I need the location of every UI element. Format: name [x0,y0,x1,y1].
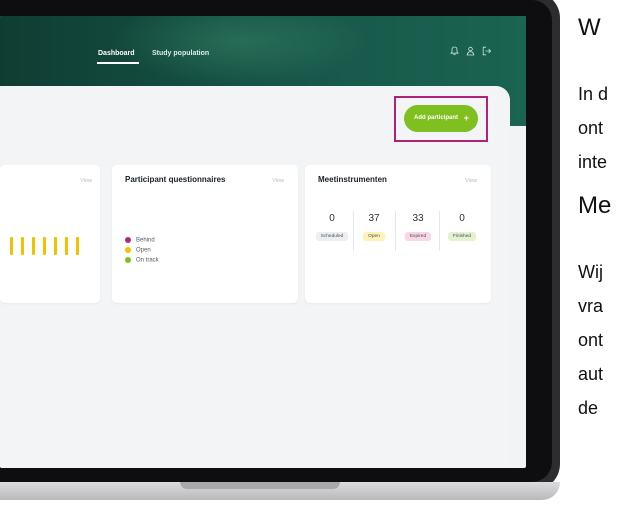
legend-open: Open [125,247,151,254]
doc-para-1-line-1: In d [578,84,609,104]
chart-bar [21,237,24,255]
participant-questionnaires-card: Participant questionnaires View Behind O… [112,165,298,303]
participant-questionnaires-view-link[interactable]: View [272,178,284,184]
laptop-screen: Dashboard Study population Add participa… [0,16,526,468]
add-participant-button[interactable]: Add participant + [404,105,478,132]
stat-finished[interactable]: 0 Finished [443,213,481,242]
stat-finished-value: 0 [459,213,465,224]
legend-dot-on-track [125,257,131,263]
laptop-notch [180,482,340,489]
chart-card: View [0,165,100,303]
doc-para-2-line-5: de [578,398,599,418]
plus-icon: + [463,113,469,123]
stat-expired[interactable]: 33 Expired [399,213,437,242]
tab-study-population[interactable]: Study population [152,50,209,57]
chart-bar [76,237,79,255]
doc-para-2-line-1: Wij [578,262,603,282]
meetinstrumenten-title: Meetinstrumenten [318,175,387,184]
chart-bar [10,237,13,255]
meetinstrumenten-view-link[interactable]: View [465,178,477,184]
doc-heading-2: Me [578,192,612,219]
chart-bar [65,237,68,255]
tab-dashboard[interactable]: Dashboard [98,50,135,57]
doc-para-2-line-2: vra [578,296,604,316]
legend-on-track: On track [125,257,159,264]
doc-para-2-line-4: aut [578,364,604,384]
stat-scheduled[interactable]: 0 Scheduled [313,213,351,242]
stat-divider [395,211,396,251]
user-icon[interactable] [466,46,475,59]
legend-dot-open [125,247,131,253]
stat-divider [439,211,440,251]
stat-open-badge: Open [363,232,385,241]
header-glow [110,16,370,86]
active-tab-indicator [97,62,139,64]
legend-on-track-label: On track [136,257,159,264]
doc-para-1-line-3: inte [578,152,608,172]
stat-finished-badge: Finished [447,232,477,241]
stat-expired-badge: Expired [404,232,432,241]
logout-icon[interactable] [482,46,492,59]
chart-card-view-link[interactable]: View [80,178,92,184]
chart-bar [43,237,46,255]
legend-behind-label: Behind [136,237,155,244]
meetinstrumenten-card: Meetinstrumenten View 0 Scheduled 37 Ope… [305,165,491,303]
bell-icon[interactable] [450,46,459,59]
participant-questionnaires-title: Participant questionnaires [125,175,226,184]
stat-open-value: 37 [368,213,380,224]
legend-behind: Behind [125,237,155,244]
chart-bar [32,237,35,255]
add-participant-label: Add participant [414,115,459,121]
legend-dot-behind [125,237,131,243]
stat-divider [353,211,354,251]
stat-scheduled-value: 0 [329,213,335,224]
chart-bar [54,237,57,255]
legend-open-label: Open [136,247,151,254]
stat-scheduled-badge: Scheduled [315,232,349,241]
stat-open[interactable]: 37 Open [355,213,393,242]
doc-para-2-line-3: ont [578,330,604,350]
doc-para-1-line-2: ont [578,118,604,138]
doc-heading-1: W [578,14,601,41]
stat-expired-value: 33 [412,213,424,224]
